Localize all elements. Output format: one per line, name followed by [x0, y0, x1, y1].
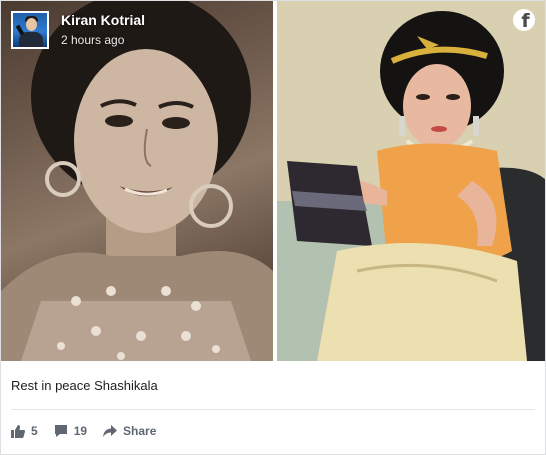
portrait-illustration-right — [277, 1, 545, 361]
photo-left[interactable] — [1, 1, 273, 361]
portrait-illustration-left — [1, 1, 273, 361]
thumbs-up-icon — [11, 425, 25, 438]
author-avatar[interactable] — [11, 11, 49, 49]
facebook-icon[interactable]: f — [513, 9, 535, 31]
share-button[interactable]: Share — [103, 424, 156, 438]
comment-button[interactable]: 19 — [54, 424, 87, 438]
divider — [11, 409, 535, 410]
author-name[interactable]: Kiran Kotrial — [61, 12, 145, 29]
share-label: Share — [123, 424, 157, 438]
photo-collage[interactable]: Kiran Kotrial 2 hours ago f — [1, 1, 545, 361]
action-bar: 5 19 Share — [11, 421, 172, 441]
like-count: 5 — [31, 424, 38, 438]
post-timestamp[interactable]: 2 hours ago — [61, 32, 145, 48]
post-caption: Rest in peace Shashikala — [11, 378, 158, 393]
post-header: Kiran Kotrial 2 hours ago — [11, 9, 145, 51]
author-info: Kiran Kotrial 2 hours ago — [61, 12, 145, 48]
speech-bubble-icon — [54, 425, 67, 437]
post-card: Kiran Kotrial 2 hours ago f Rest in peac… — [0, 0, 546, 455]
like-button[interactable]: 5 — [11, 424, 38, 438]
photo-right[interactable] — [277, 1, 545, 361]
share-arrow-icon — [103, 425, 118, 437]
comment-count: 19 — [73, 424, 88, 438]
